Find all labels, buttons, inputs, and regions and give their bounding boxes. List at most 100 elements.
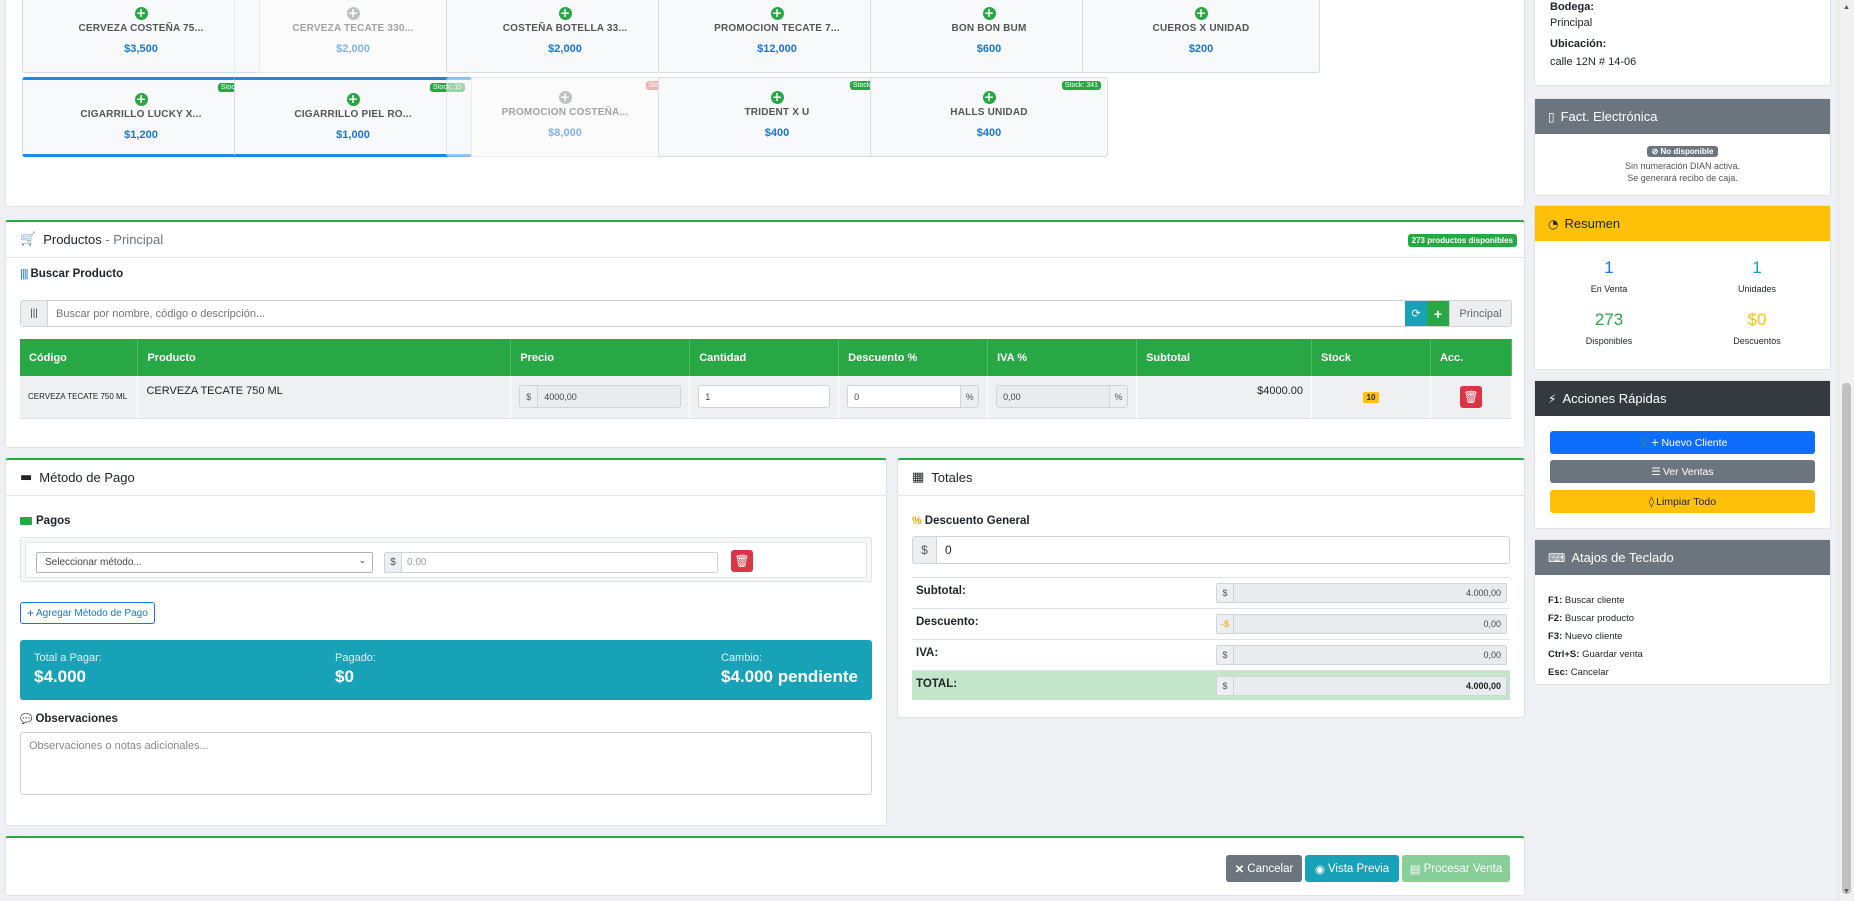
new-client-button[interactable]: 👤+ Nuevo Cliente bbox=[1550, 431, 1815, 454]
stock-cell: 10 bbox=[1311, 376, 1431, 419]
add-payment-method-button[interactable]: + Agregar Método de Pago bbox=[20, 602, 155, 624]
add-circle-icon: + bbox=[770, 6, 784, 20]
iva-input[interactable]: 0,00% bbox=[996, 385, 1129, 409]
trash-icon: 🗑 bbox=[1463, 389, 1479, 404]
products-header: 🛒 Productos - Principal bbox=[6, 222, 1524, 258]
quick-product-name: CUEROS X UNIDAD bbox=[1152, 23, 1250, 34]
scroll-up-icon[interactable]: ▲ bbox=[1843, 4, 1850, 11]
quick-product-tile[interactable]: Stock: 341 + HALLS UNIDAD $400 bbox=[870, 77, 1108, 157]
scrollbar-thumb[interactable] bbox=[1842, 383, 1851, 894]
product-name: CERVEZA TECATE 750 ML bbox=[137, 376, 512, 419]
e-invoice-body: ⊘ No disponible Sin numeración DIAN acti… bbox=[1535, 142, 1830, 183]
quick-product-tile[interactable]: Stock: 0 + PROMOCION COSTEÑA... $8,000 bbox=[446, 77, 684, 157]
discount-row: Descuento: -$ 0,00 bbox=[912, 608, 1510, 638]
add-circle-icon: + bbox=[1194, 6, 1208, 20]
quick-product-name: COSTEÑA BOTELLA 33... bbox=[502, 23, 628, 34]
quick-product-tile[interactable]: + BON BON BUM $600 bbox=[870, 0, 1108, 73]
payment-method-box: Seleccionar método... ⌄ $ 0.00 🗑 bbox=[25, 542, 867, 578]
column-header: Cantidad bbox=[689, 339, 840, 376]
product-search-input[interactable] bbox=[48, 301, 1405, 326]
e-invoice-note: Se generará recibo de caja. bbox=[1627, 173, 1738, 183]
column-header: Precio bbox=[510, 339, 691, 376]
price-input[interactable]: $4000,00 bbox=[519, 385, 682, 409]
discount-input[interactable]: 0% bbox=[847, 385, 980, 409]
quick-product-price: $1,200 bbox=[124, 129, 158, 141]
delete-row-button[interactable]: 🗑 bbox=[1459, 385, 1482, 408]
eraser-icon: ◊ bbox=[1648, 495, 1655, 508]
comment-icon: 💬 bbox=[20, 713, 33, 725]
currency-addon: $ bbox=[385, 553, 402, 572]
general-discount-input[interactable]: $ 0 bbox=[912, 536, 1510, 564]
product-search-group: ||| ⟳ + Principal bbox=[20, 300, 1512, 327]
trash-icon: 🗑 bbox=[734, 554, 750, 568]
clear-all-button[interactable]: ◊ Limpiar Todo bbox=[1550, 490, 1815, 513]
iva-field: $0,00 bbox=[1216, 645, 1507, 665]
cancel-button[interactable]: ✕ Cancelar bbox=[1226, 855, 1302, 882]
payment-method-select[interactable]: Seleccionar método... ⌄ bbox=[36, 552, 373, 573]
bolt-icon: ⚡ bbox=[1548, 391, 1557, 406]
products-panel: 🛒 Productos - Principal 273 productos di… bbox=[5, 220, 1525, 448]
quick-actions-header: ⚡ Acciones Rápidas bbox=[1535, 381, 1830, 416]
eye-icon: ◉ bbox=[1314, 861, 1325, 876]
quick-product-tile[interactable]: Stock: 15 + CIGARRILLO PIEL RO... $1,000 bbox=[234, 77, 472, 157]
quick-product-tile[interactable]: + PROMOCION TECATE 7... $12,000 bbox=[658, 0, 896, 73]
quick-product-tile[interactable]: + CUEROS X UNIDAD $200 bbox=[1082, 0, 1320, 73]
process-sale-button[interactable]: ▤ Procesar Venta bbox=[1402, 855, 1510, 882]
quantity-input[interactable]: 1 bbox=[698, 385, 831, 409]
payment-title: Método de Pago bbox=[39, 470, 135, 485]
delete-payment-button[interactable]: 🗑 bbox=[731, 550, 753, 572]
quick-product-tile[interactable]: + COSTEÑA BOTELLA 33... $2,000 bbox=[446, 0, 684, 73]
page-scrollbar[interactable]: ▲ ▼ bbox=[1838, 0, 1854, 901]
preview-button[interactable]: ◉ Vista Previa bbox=[1305, 855, 1399, 882]
paid-amount: Pagado: $0 bbox=[335, 652, 376, 686]
products-warehouse: - Principal bbox=[105, 232, 164, 247]
column-header: Código bbox=[20, 339, 139, 376]
column-header: IVA % bbox=[987, 339, 1138, 376]
column-header: Stock bbox=[1311, 339, 1431, 376]
scroll-down-icon[interactable]: ▼ bbox=[1843, 888, 1850, 895]
currency-addon: $ bbox=[913, 537, 937, 563]
percent-icon: % bbox=[912, 515, 922, 527]
quick-product-name: PROMOCION COSTEÑA... bbox=[501, 107, 629, 118]
ubicacion-value: calle 12N # 14-06 bbox=[1550, 56, 1637, 68]
credit-card-icon: ▬ bbox=[20, 470, 33, 485]
quick-product-tile[interactable]: + CERVEZA COSTEÑA 75... $3,500 bbox=[22, 0, 260, 73]
e-invoice-note: Sin numeración DIAN activa. bbox=[1624, 161, 1741, 171]
add-product-button[interactable]: + bbox=[1427, 301, 1449, 326]
view-sales-button[interactable]: ☰ Ver Ventas bbox=[1550, 460, 1815, 483]
quick-product-tile[interactable]: Stock: 27 + CIGARRILLO LUCKY X... $1,200 bbox=[22, 77, 260, 157]
money-icon bbox=[20, 517, 32, 525]
totals-panel: ▦ Totales % Descuento General $ 0 Subtot… bbox=[897, 458, 1525, 718]
stat-en-venta: 1 En Venta bbox=[1590, 258, 1628, 294]
iva-row: IVA: $0,00 bbox=[912, 639, 1510, 669]
add-circle-icon: + bbox=[134, 92, 148, 106]
total-to-pay: Total a Pagar: $4.000 bbox=[34, 652, 102, 686]
refresh-icon: ⟳ bbox=[1411, 307, 1421, 320]
refresh-button[interactable]: ⟳ bbox=[1405, 301, 1427, 326]
column-header: Acc. bbox=[1430, 339, 1513, 376]
unavailable-badge: ⊘ No disponible bbox=[1646, 146, 1719, 157]
discount-field: -$ 0,00 bbox=[1216, 614, 1507, 634]
observations-textarea[interactable]: Observaciones o notas adicionales... bbox=[20, 732, 872, 795]
quick-product-name: BON BON BUM bbox=[951, 23, 1027, 34]
change-amount: Cambio: $4.000 pendiente bbox=[720, 652, 858, 686]
search-label: Buscar Producto bbox=[30, 268, 124, 280]
iva-cell: 0,00% bbox=[987, 376, 1138, 419]
pagos-label: Pagos bbox=[36, 515, 71, 527]
quick-product-price: $1,000 bbox=[336, 129, 370, 141]
user-plus-icon: 👤+ bbox=[1637, 437, 1660, 449]
pie-chart-icon: ◔ bbox=[1548, 216, 1559, 231]
shortcut-item: Esc: Cancelar bbox=[1548, 667, 1609, 678]
add-circle-icon: + bbox=[558, 90, 572, 104]
quick-product-tile[interactable]: Stock: 302 + TRIDENT X U $400 bbox=[658, 77, 896, 157]
quick-product-tile[interactable]: + CERVEZA TECATE 330... $2,000 bbox=[234, 0, 472, 73]
total-field: $4.000,00 bbox=[1216, 676, 1507, 696]
quick-product-price: $8,000 bbox=[548, 127, 582, 139]
file-icon: ▯ bbox=[1548, 109, 1555, 124]
shortcut-item: Ctrl+S: Guardar venta bbox=[1548, 649, 1643, 660]
payment-amount-input[interactable]: $ 0.00 bbox=[384, 552, 718, 573]
e-invoice-card: ▯ Fact. Electrónica ⊘ No disponible Sin n… bbox=[1534, 98, 1831, 196]
percent-addon: % bbox=[1109, 386, 1128, 408]
price-cell: $4000,00 bbox=[510, 376, 691, 419]
shortcuts-card: ⌨ Atajos de Teclado F1: Buscar cliente F2… bbox=[1534, 539, 1831, 685]
